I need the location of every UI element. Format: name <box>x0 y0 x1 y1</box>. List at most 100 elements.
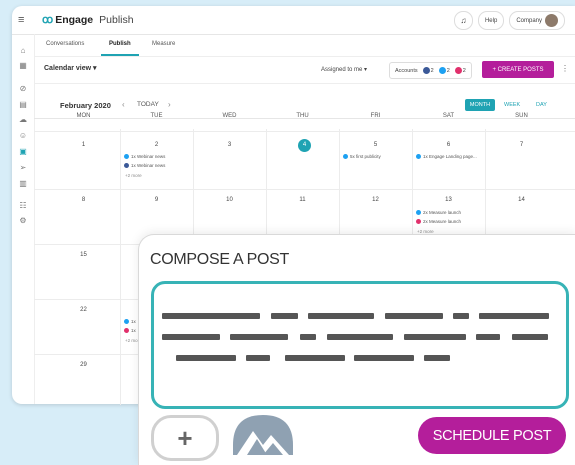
day-number[interactable]: 3 <box>193 142 266 148</box>
image-icon <box>233 415 293 455</box>
create-posts-button[interactable]: + CREATE POSTS <box>482 61 554 78</box>
placeholder-text-line <box>162 334 220 340</box>
settings-sliders-icon[interactable]: ☷ <box>17 201 29 211</box>
more-events-link[interactable]: +2 more <box>125 173 142 178</box>
placeholder-text-line <box>354 355 414 361</box>
send-icon[interactable]: ➢ <box>17 163 29 173</box>
top-bar: ≡ ꝏ Engage Publish ♫ Help Company <box>12 6 575 35</box>
accounts-label: Accounts <box>395 67 418 74</box>
post-text-area[interactable] <box>151 281 569 409</box>
day-number[interactable]: 11 <box>266 197 339 203</box>
day-number[interactable]: 12 <box>339 197 412 203</box>
placeholder-text-line <box>230 334 288 340</box>
help-button[interactable]: Help <box>477 11 505 30</box>
home-icon[interactable]: ⌂ <box>17 46 29 56</box>
placeholder-text-line <box>453 313 469 319</box>
schedule-post-button[interactable]: SCHEDULE POST <box>418 417 566 454</box>
day-number[interactable]: 14 <box>485 197 558 203</box>
twitter-icon <box>438 67 446 74</box>
facebook-icon <box>422 67 430 74</box>
engage-logo-icon: ꝏ <box>42 14 53 26</box>
day-number[interactable]: 8 <box>47 197 120 203</box>
day-number[interactable]: 2 <box>120 142 193 148</box>
more-events-link[interactable]: +2 mo <box>125 338 138 343</box>
weekday-wed: WED <box>222 113 237 119</box>
facebook-count: 2 <box>422 67 434 74</box>
day-number[interactable]: 5 <box>339 142 412 148</box>
image-upload-button[interactable] <box>233 415 293 455</box>
day-view-button[interactable]: DAY <box>536 102 547 108</box>
weekday-sun: SUN <box>515 113 528 119</box>
reports-icon[interactable]: ▥ <box>17 179 29 189</box>
calendar-event[interactable]: 5x first publicity <box>343 154 381 159</box>
tab-bar: Conversations Publish Measure <box>34 34 575 57</box>
row-divider <box>34 189 575 190</box>
placeholder-text-line <box>479 313 549 319</box>
calendar-event[interactable]: 1x <box>124 328 136 333</box>
twitter-icon <box>416 210 421 215</box>
more-options-icon[interactable]: ⋮ <box>561 64 569 73</box>
publish-calendar-icon[interactable]: ▣ <box>17 147 29 157</box>
hamburger-menu-icon[interactable]: ≡ <box>18 14 28 26</box>
day-number[interactable]: 7 <box>485 142 558 148</box>
row-divider <box>34 131 575 132</box>
weekday-fri: FRI <box>370 113 381 119</box>
calendar-event[interactable]: 2x Measure launch <box>416 210 461 215</box>
twitter-icon <box>124 154 129 159</box>
chevron-right-icon[interactable]: › <box>168 100 171 109</box>
placeholder-text-line <box>176 355 236 361</box>
twitter-count: 2 <box>438 67 450 74</box>
day-number[interactable]: 13 <box>412 197 485 203</box>
brand-name: Engage <box>55 13 94 26</box>
day-number[interactable]: 15 <box>47 252 120 258</box>
placeholder-text-line <box>300 334 316 340</box>
grid-icon[interactable]: ▦ <box>17 61 29 71</box>
day-number[interactable]: 22 <box>47 307 120 313</box>
company-menu[interactable]: Company <box>509 11 565 30</box>
tab-conversations[interactable]: Conversations <box>46 41 84 47</box>
tab-publish[interactable]: Publish <box>101 41 139 56</box>
weekday-sat: SAT <box>442 113 455 119</box>
instagram-icon <box>124 328 129 333</box>
week-view-button[interactable]: WEEK <box>504 102 520 108</box>
instagram-icon <box>416 219 421 224</box>
day-number[interactable]: 6 <box>412 142 485 148</box>
calendar-view-dropdown[interactable]: Calendar view ▾ <box>44 64 97 72</box>
cloud-icon[interactable]: ☁ <box>17 115 29 125</box>
calendar-event[interactable]: 2x Measure launch <box>416 219 461 224</box>
placeholder-text-line <box>162 313 260 319</box>
compass-icon[interactable]: ⊘ <box>17 84 29 94</box>
placeholder-text-line <box>476 334 500 340</box>
assigned-filter-dropdown[interactable]: Assigned to me ▾ <box>321 66 367 73</box>
notifications-bell-icon[interactable]: ♫ <box>453 11 473 30</box>
day-number-today[interactable]: 4 <box>268 142 341 148</box>
add-media-button[interactable]: + <box>151 415 219 461</box>
calendar-event[interactable]: 1x Webinar news <box>124 163 165 168</box>
twitter-icon <box>416 154 421 159</box>
compose-post-panel: COMPOSE A POST + SCHEDULE POST <box>138 234 575 465</box>
day-number[interactable]: 9 <box>120 197 193 203</box>
day-number[interactable]: 29 <box>47 362 120 368</box>
col-divider <box>120 129 121 405</box>
chevron-left-icon[interactable]: ‹ <box>122 100 125 109</box>
today-button[interactable]: TODAY <box>137 101 159 108</box>
calendar-event[interactable]: 1x <box>124 319 136 324</box>
accounts-filter[interactable]: Accounts 2 2 2 <box>389 62 472 79</box>
tab-measure[interactable]: Measure <box>152 41 175 47</box>
side-nav: ⌂ ▦ ⊘ ▤ ☁ ☺ ▣ ➢ ▥ ☷ ⚙ <box>12 34 35 404</box>
day-number[interactable]: 10 <box>193 197 266 203</box>
calendar-event[interactable]: 1x Engage Landing page... <box>416 154 477 159</box>
inbox-icon[interactable]: ▤ <box>17 100 29 110</box>
gear-icon[interactable]: ⚙ <box>17 216 29 226</box>
product-name: Publish <box>99 13 134 26</box>
weekday-mon: MON <box>76 113 91 119</box>
weekday-thu: THU <box>296 113 309 119</box>
twitter-icon <box>124 319 129 324</box>
users-icon[interactable]: ☺ <box>17 131 29 141</box>
day-number[interactable]: 1 <box>47 142 120 148</box>
month-view-button[interactable]: MONTH <box>465 99 495 111</box>
app-logo[interactable]: ꝏ Engage Publish <box>42 13 134 27</box>
calendar-event[interactable]: 1x Webinar news <box>124 154 165 159</box>
placeholder-text-line <box>271 313 298 319</box>
month-label: February 2020 <box>60 101 111 110</box>
